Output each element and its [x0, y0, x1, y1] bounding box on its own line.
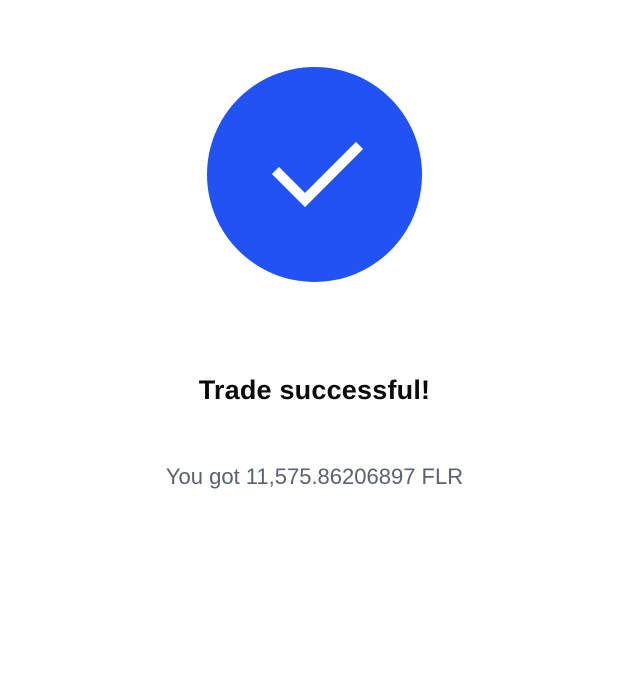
success-badge [207, 67, 422, 282]
trade-amount-message: You got 11,575.86206897 FLR [165, 464, 464, 489]
success-title: Trade successful! [198, 375, 431, 405]
checkmark-icon [271, 141, 364, 208]
